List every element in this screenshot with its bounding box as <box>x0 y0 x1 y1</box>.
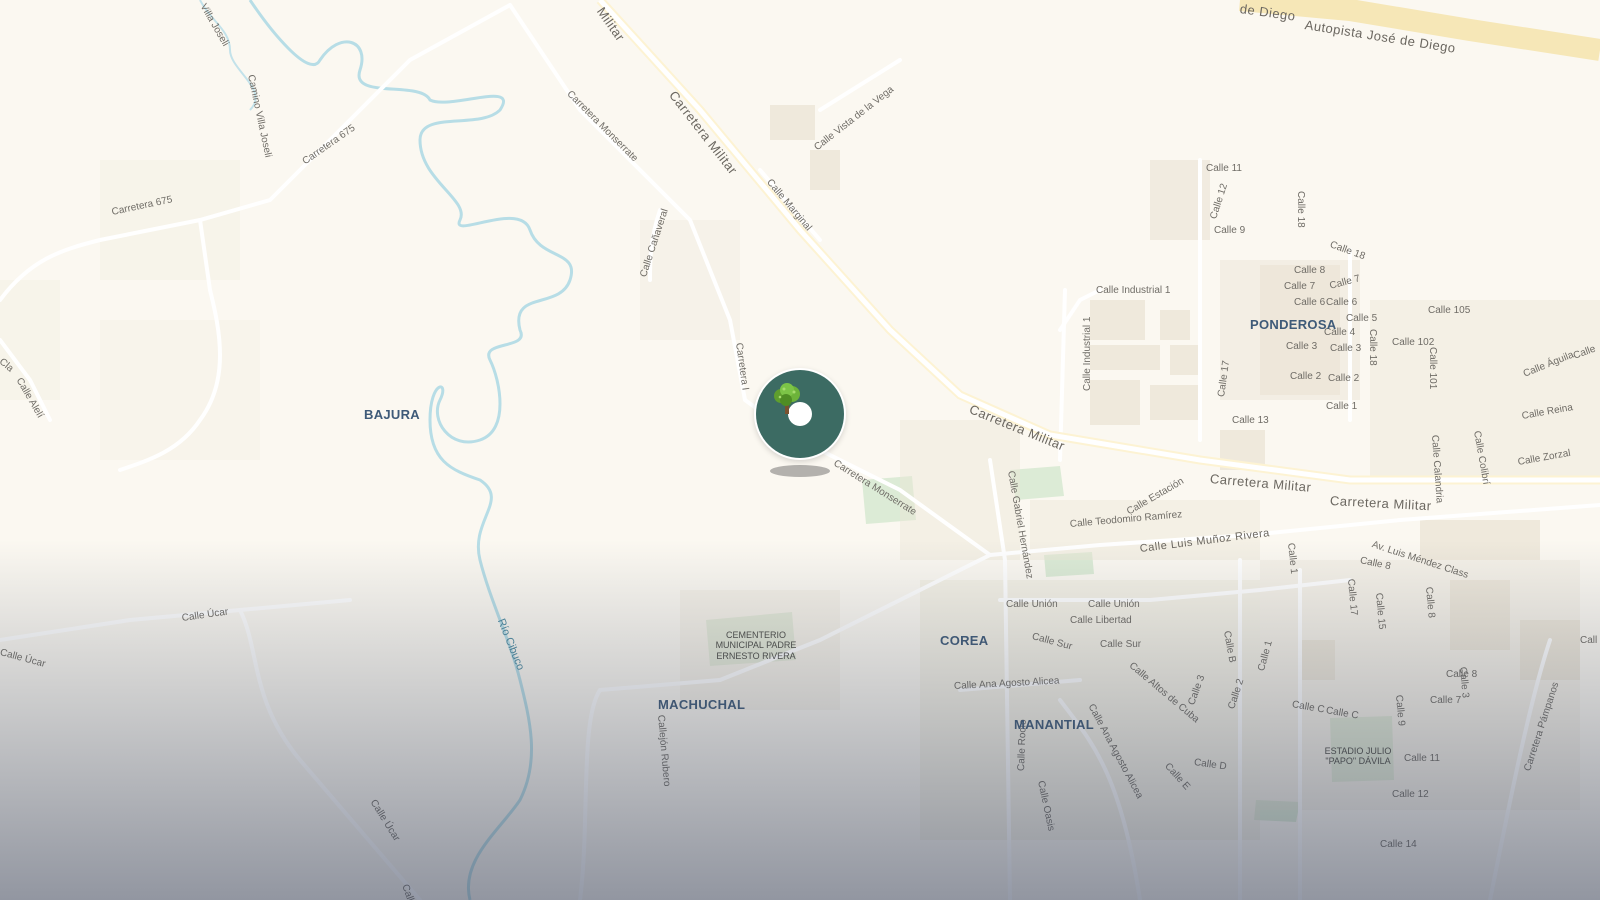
road-label-calle-8c: Calle 8 <box>1423 586 1437 619</box>
road-label-calle-1b: Calle 1 <box>1326 401 1358 412</box>
road-label-calle-1: Calle 1 <box>1285 542 1300 575</box>
road-label-calle-105: Calle 105 <box>1428 305 1471 316</box>
road-label-libertad: Calle Libertad <box>1070 615 1132 626</box>
road-label-calle-9: Calle 9 <box>1214 225 1246 236</box>
road-label-calle-8: Calle 8 <box>1294 265 1326 276</box>
neighborhood-label-bajura: BAJURA <box>364 407 420 422</box>
road-label-calle-5: Calle 5 <box>1346 313 1378 324</box>
map-canvas[interactable]: de Diego Autopista José de Diego Militar… <box>0 0 1600 900</box>
road-label-industrial-1v: Calle Industrial 1 <box>1082 316 1093 391</box>
poi-label-stadium: ESTADIO JULIO "PAPO" DÁVILA <box>1324 746 1392 767</box>
road-label-calle-101: Calle 101 <box>1427 347 1438 390</box>
road-label-calle-2b: Calle 2 <box>1290 371 1322 382</box>
poi-label-cemetery: CEMENTERIO MUNICIPAL PADRE ERNESTO RIVER… <box>715 630 797 661</box>
neighborhood-label-corea: COREA <box>940 633 989 648</box>
neighborhood-label-manantial: MANANTIAL <box>1014 717 1094 732</box>
road-label-calle-2c: Calle 2 <box>1328 373 1360 384</box>
neighborhood-label-ponderosa: PONDEROSA <box>1250 317 1337 332</box>
road-label-calle-18a: Calle 18 <box>1295 191 1306 228</box>
road-label-calle-11b: Calle 11 <box>1404 753 1440 764</box>
road-label-calle-13: Calle 13 <box>1232 415 1269 426</box>
road-label-calle-edge: Call <box>1580 635 1598 646</box>
road-label-calle-3c: Calle 3 <box>1330 343 1362 354</box>
road-label-union-1: Calle Unión <box>1006 599 1058 610</box>
road-label-sur-2: Calle Sur <box>1100 639 1142 650</box>
road-label-industrial-1: Calle Industrial 1 <box>1096 285 1171 296</box>
road-label-calle-3b: Calle 3 <box>1286 341 1318 352</box>
road-label-calle-6: Calle 6 <box>1294 297 1326 308</box>
road-label-calle-17b: Calle 17 <box>1345 578 1360 616</box>
road-label-calle-3d: Calle 3 <box>1457 666 1471 699</box>
location-marker[interactable] <box>754 368 846 460</box>
road-label-calle-15: Calle 15 <box>1373 592 1388 630</box>
marker-shadow <box>770 465 830 477</box>
road-label-calle-11: Calle 11 <box>1206 163 1242 174</box>
road-label-calle-18c: Calle 18 <box>1367 329 1378 366</box>
road-label-calle-14: Calle 14 <box>1380 839 1417 850</box>
road-label-calle-12b: Calle 12 <box>1392 789 1429 800</box>
neighborhood-label-machuchal: MACHUCHAL <box>658 697 746 712</box>
road-label-union-2: Calle Unión <box>1088 599 1140 610</box>
tree-icon <box>774 383 800 414</box>
road-label-calle-6b: Calle 6 <box>1326 297 1358 308</box>
road-label-calle-9b: Calle 9 <box>1393 694 1407 727</box>
road-label-calle-7: Calle 7 <box>1284 281 1316 292</box>
road-label-calle-7c: Calle 7 <box>1430 695 1462 706</box>
